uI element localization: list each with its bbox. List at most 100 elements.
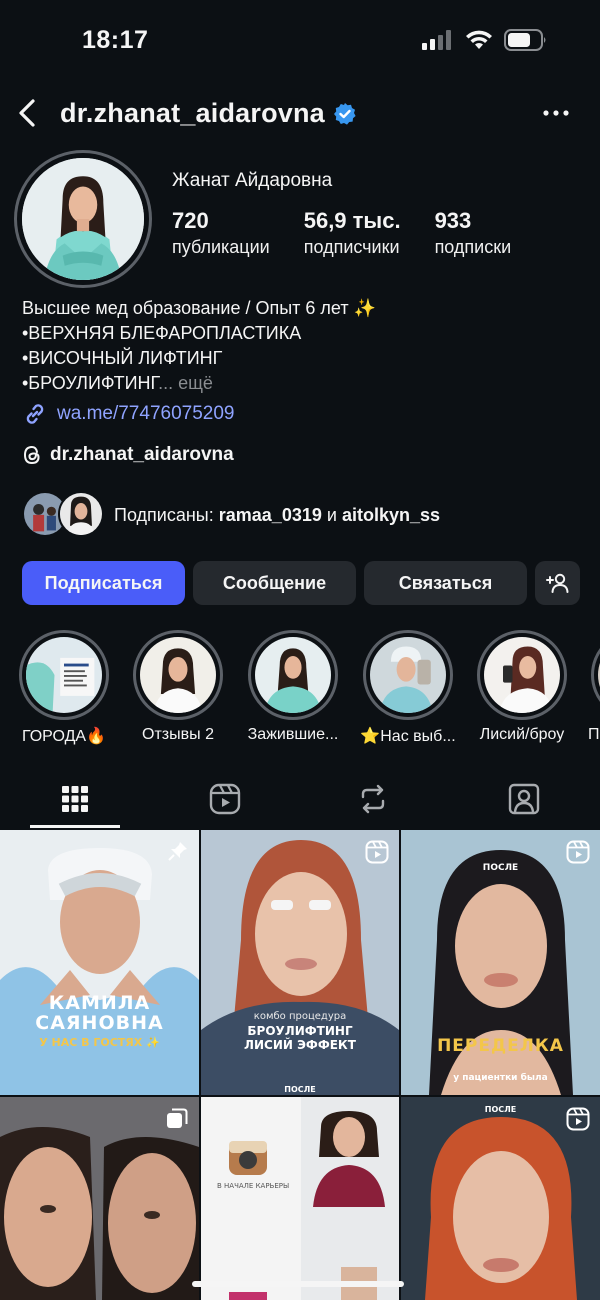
stat-posts-value: 720 — [172, 208, 209, 233]
post-thumbnail[interactable]: ПОСЛЕ ПЕРЕДЕЛКА у пациентки была — [401, 830, 600, 1095]
reel-badge — [566, 1107, 590, 1136]
post-thumbnail[interactable]: комбо процедура БРОУЛИФТИНГ ЛИСИЙ ЭФФЕКТ… — [201, 830, 399, 1095]
suggest-user-button[interactable] — [535, 561, 580, 605]
profile-actions: Подписаться Сообщение Связаться — [22, 561, 580, 605]
profile-link[interactable]: wa.me/77476075209 — [22, 401, 234, 427]
post-subtitle: У НАС В ГОСТЯХ ✨ — [39, 1036, 160, 1049]
posts-grid: КАМИЛА САЯНОВНА У НАС В ГОСТЯХ ✨ комбо п… — [0, 830, 600, 1300]
contact-button[interactable]: Связаться — [364, 561, 527, 605]
post-thumbnail[interactable]: ПОСЛЕ — [401, 1097, 600, 1300]
profile-photo-illustration — [22, 158, 144, 280]
stat-following[interactable]: 933 подписки — [435, 207, 512, 259]
highlight-ring — [363, 630, 453, 720]
active-tab-indicator — [30, 825, 120, 828]
highlight-label: ⭐Нас выб... — [360, 728, 456, 745]
threads-badge[interactable]: dr.zhanat_aidarovna — [22, 444, 234, 466]
highlight-ring — [248, 630, 338, 720]
post-thumbnail[interactable]: КАМИЛА САЯНОВНА У НАС В ГОСТЯХ ✨ — [0, 830, 199, 1095]
link-icon — [26, 404, 44, 424]
stat-followers[interactable]: 56,9 тыс. подписчики — [304, 207, 401, 259]
tab-tagged[interactable] — [449, 770, 599, 828]
reels-icon — [566, 840, 590, 864]
highlight-item[interactable]: Зажившие... — [235, 630, 351, 744]
highlight-label: П — [588, 726, 600, 743]
post-image — [201, 830, 399, 1095]
post-caption: комбо процедура — [253, 1011, 347, 1022]
highlight-item[interactable]: П — [578, 630, 600, 744]
highlight-item[interactable]: Отзывы 2 — [120, 630, 236, 744]
mutual-avatar — [58, 491, 104, 537]
profile-full-name: Жанат Айдаровна — [172, 170, 333, 191]
stat-following-label: подписки — [434, 237, 512, 257]
profile-stats: 720 публикации 56,9 тыс. подписчики 933 … — [172, 207, 545, 259]
back-button[interactable] — [14, 96, 44, 130]
repost-icon — [361, 784, 385, 814]
post-thumbnail[interactable]: В НАЧАЛЕ КАРЬЕРЫ — [201, 1097, 399, 1300]
highlight-item[interactable]: Лисий/броу — [464, 630, 580, 744]
bio-line: •ВИСОЧНЫЙ ЛИФТИНГ — [22, 348, 223, 368]
bio-line: Высшее мед образование / Опыт 6 лет ✨ — [22, 298, 376, 318]
pinned-badge — [167, 840, 189, 867]
status-time: 18:17 — [82, 26, 149, 54]
message-button[interactable]: Сообщение — [193, 561, 356, 605]
tab-reels[interactable] — [150, 770, 300, 828]
stat-posts[interactable]: 720 публикации — [172, 207, 270, 259]
mutual-user-1[interactable]: ramaa_0319 — [219, 505, 322, 525]
bio-line: •ВЕРХНЯЯ БЛЕФАРОПЛАСТИКА — [22, 323, 302, 343]
reels-icon — [365, 840, 389, 864]
post-thumbnail[interactable] — [0, 1097, 199, 1300]
profile-avatar — [22, 158, 144, 280]
post-title: ЛИСИЙ ЭФФЕКТ — [244, 1038, 356, 1052]
carousel-icon — [167, 1108, 188, 1128]
tab-grid[interactable] — [0, 770, 150, 828]
add-user-icon — [545, 573, 568, 593]
follow-button[interactable]: Подписаться — [22, 561, 185, 605]
post-image — [0, 830, 199, 1095]
highlight-label: Зажившие... — [247, 726, 339, 743]
highlight-cover — [140, 637, 216, 713]
bio-more-link[interactable]: ... ещё — [158, 373, 213, 393]
more-horizontal-icon — [543, 110, 569, 116]
mutual-followers[interactable]: Подписаны: ramaa_0319 и aitolkyn_ss — [22, 491, 440, 539]
tab-reposts[interactable] — [298, 770, 448, 828]
reels-icon — [566, 1107, 590, 1131]
highlight-item[interactable]: ⭐Нас выб... — [350, 630, 466, 746]
post-title: ПЕРЕДЕЛКА — [437, 1036, 564, 1056]
more-options-button[interactable] — [542, 100, 570, 126]
profile-avatar-ring[interactable] — [14, 150, 152, 288]
mutual-user-2[interactable]: aitolkyn_ss — [342, 505, 440, 525]
stat-followers-value: 56,9 тыс. — [303, 208, 401, 233]
post-subtitle: у пациентки была — [453, 1073, 548, 1083]
post-title: КАМИЛА — [48, 992, 151, 1014]
home-indicator[interactable] — [192, 1281, 404, 1287]
status-bar: 18:17 — [0, 0, 600, 80]
wifi-icon — [466, 30, 492, 49]
tagged-user-icon — [508, 783, 540, 815]
stat-posts-label: публикации — [172, 237, 270, 257]
mutual-prefix: Подписаны: — [114, 504, 214, 525]
carousel-badge — [165, 1107, 189, 1136]
highlight-item[interactable]: ГОРОДА🔥 — [6, 630, 122, 746]
chevron-left-icon — [19, 99, 35, 127]
threads-icon — [23, 445, 40, 465]
reel-badge — [365, 840, 389, 869]
cellular-signal-icon — [422, 30, 451, 50]
post-caption: В НАЧАЛЕ КАРЬЕРЫ — [217, 1182, 290, 1190]
story-highlights: ГОРОДА🔥 Отзывы 2 Зажившие... ⭐Нас выб...… — [0, 630, 600, 750]
pin-icon — [168, 842, 187, 861]
highlight-ring — [477, 630, 567, 720]
username-wrap: dr.zhanat_aidarovna — [60, 98, 357, 129]
highlight-label: ГОРОДА🔥 — [21, 728, 107, 745]
highlight-cover — [26, 637, 102, 713]
username: dr.zhanat_aidarovna — [60, 98, 325, 128]
highlight-cover — [370, 637, 446, 713]
bio-line: •БРОУЛИФТИНГ — [22, 373, 159, 393]
stat-following-value: 933 — [434, 208, 472, 233]
profile-tabs — [0, 770, 600, 828]
highlight-ring — [591, 630, 600, 720]
profile-link-text[interactable]: wa.me/77476075209 — [57, 403, 234, 425]
reels-icon — [209, 783, 241, 815]
stat-followers-label: подписчики — [303, 237, 400, 257]
grid-icon — [62, 786, 88, 812]
mutual-avatars — [22, 491, 104, 539]
